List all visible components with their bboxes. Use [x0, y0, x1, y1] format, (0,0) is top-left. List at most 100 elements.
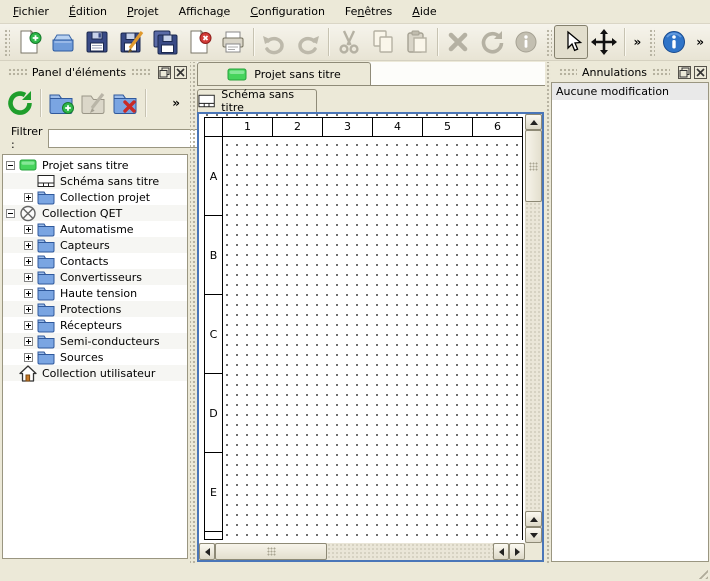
toolbar-drag-handle[interactable]: [3, 28, 10, 56]
toolbar-overflow-button[interactable]: »: [691, 35, 709, 49]
scroll-up-button[interactable]: [525, 114, 542, 130]
dock-float-button[interactable]: [158, 66, 171, 79]
expand-expander-icon[interactable]: [24, 321, 33, 330]
dock-handle-texture[interactable]: [8, 68, 27, 77]
rotate-button[interactable]: [475, 25, 509, 59]
tree-item-collection-projet[interactable]: Collection projet: [3, 189, 187, 205]
tree-item-schema[interactable]: Schéma sans titre: [3, 173, 187, 189]
tab-projet-sans-titre[interactable]: Projet sans titre: [197, 62, 371, 85]
expand-expander-icon[interactable]: [24, 257, 33, 266]
undo-history-list[interactable]: Aucune modification: [551, 82, 709, 562]
scroll-up-button[interactable]: [525, 511, 542, 527]
filter-input[interactable]: [48, 129, 201, 148]
dock-close-button[interactable]: [694, 66, 707, 79]
edit-category-button[interactable]: [77, 87, 109, 119]
dock-close-button[interactable]: [174, 66, 187, 79]
menu-configuration[interactable]: Configuration: [241, 2, 334, 21]
expand-expander-icon[interactable]: [24, 289, 33, 298]
expand-expander-icon[interactable]: [24, 337, 33, 346]
tree-item-haute-tension[interactable]: Haute tension: [3, 285, 187, 301]
collapse-expander-icon[interactable]: [6, 161, 15, 170]
redo-button[interactable]: [291, 25, 325, 59]
expand-expander-icon[interactable]: [24, 305, 33, 314]
schema-canvas[interactable]: 1 2 3 4 5 6 A B C D E: [199, 114, 525, 543]
info-gray-icon: [513, 29, 539, 55]
new-project-button[interactable]: [12, 25, 46, 59]
edit-info-button[interactable]: [509, 25, 543, 59]
dock-handle-texture[interactable]: [559, 68, 577, 77]
status-bar: [0, 565, 710, 581]
tree-item-contacts[interactable]: Contacts: [3, 253, 187, 269]
tree-item-automatisme[interactable]: Automatisme: [3, 221, 187, 237]
menu-edition[interactable]: Édition: [60, 2, 116, 21]
vertical-scrollbar[interactable]: [525, 114, 542, 543]
close-project-button[interactable]: [182, 25, 216, 59]
panel-overflow-button[interactable]: »: [172, 96, 186, 110]
tab-schema-sans-titre[interactable]: Schéma sans titre: [197, 89, 317, 112]
toolbar-drag-handle[interactable]: [648, 28, 655, 56]
tree-item-convertisseurs[interactable]: Convertisseurs: [3, 269, 187, 285]
resize-grip[interactable]: [695, 566, 708, 579]
restore-icon: [159, 67, 170, 78]
scroll-left-button[interactable]: [493, 543, 509, 560]
dock-float-button[interactable]: [678, 66, 691, 79]
delete-category-button[interactable]: [109, 87, 141, 119]
delete-button[interactable]: [441, 25, 475, 59]
undo-button[interactable]: [257, 25, 291, 59]
menu-aide[interactable]: Aide: [403, 2, 445, 21]
save-button[interactable]: [80, 25, 114, 59]
save-as-button[interactable]: [114, 25, 148, 59]
tree-item-collection-qet[interactable]: Collection QET: [3, 205, 187, 221]
menu-affichage[interactable]: Affichage: [170, 2, 240, 21]
arrow-left-icon: [499, 548, 504, 556]
menu-projet[interactable]: Projet: [118, 2, 168, 21]
move-mode-button[interactable]: [588, 25, 622, 59]
project-icon: [19, 157, 37, 173]
open-project-button[interactable]: [46, 25, 80, 59]
refresh-collections-button[interactable]: [4, 87, 36, 119]
toolbar-overflow-button[interactable]: »: [628, 35, 646, 49]
expand-expander-icon[interactable]: [24, 273, 33, 282]
save-all-button[interactable]: [148, 25, 182, 59]
paste-button[interactable]: [400, 25, 434, 59]
column-header: 4: [373, 117, 423, 137]
scroll-left-button[interactable]: [199, 543, 215, 560]
dock-handle-texture[interactable]: [652, 68, 670, 77]
copy-button[interactable]: [366, 25, 400, 59]
undo-list-item[interactable]: Aucune modification: [552, 83, 708, 100]
scroll-down-button[interactable]: [525, 527, 542, 543]
folder-icon: [37, 269, 55, 285]
expand-expander-icon[interactable]: [24, 225, 33, 234]
tree-item-capteurs[interactable]: Capteurs: [3, 237, 187, 253]
tree-item-project[interactable]: Projet sans titre: [3, 157, 187, 173]
tree-item-sources[interactable]: Sources: [3, 349, 187, 365]
new-category-button[interactable]: [45, 87, 77, 119]
toolbar-separator: [253, 28, 254, 56]
tree-item-recepteurs[interactable]: Récepteurs: [3, 317, 187, 333]
toolbar-drag-handle[interactable]: [545, 28, 552, 56]
expand-expander-icon[interactable]: [24, 193, 33, 202]
select-mode-button[interactable]: [554, 25, 588, 59]
elements-panel-toolbar: »: [0, 82, 190, 124]
paste-icon: [404, 29, 430, 55]
print-button[interactable]: [216, 25, 250, 59]
expand-expander-icon[interactable]: [24, 353, 33, 362]
collapse-expander-icon[interactable]: [6, 209, 15, 218]
tree-item-collection-utilisateur[interactable]: Collection utilisateur: [3, 365, 187, 381]
dock-handle-texture[interactable]: [131, 68, 150, 77]
scroll-right-button[interactable]: [509, 543, 525, 560]
menu-fenetres[interactable]: Fenêtres: [336, 2, 401, 21]
expand-expander-icon[interactable]: [24, 241, 33, 250]
left-splitter[interactable]: [190, 62, 197, 565]
vertical-scrollbar-thumb[interactable]: [525, 130, 542, 202]
horizontal-scrollbar-thumb[interactable]: [215, 543, 327, 560]
row-header: B: [205, 216, 223, 295]
horizontal-scrollbar[interactable]: [199, 543, 525, 560]
schema-tab-bar: Schéma sans titre: [197, 86, 545, 112]
about-qet-button[interactable]: [657, 25, 691, 59]
tree-item-protections[interactable]: Protections: [3, 301, 187, 317]
cut-button[interactable]: [332, 25, 366, 59]
row-header: C: [205, 295, 223, 374]
menu-fichier[interactable]: Fichier: [4, 2, 58, 21]
tree-item-semi-conducteurs[interactable]: Semi-conducteurs: [3, 333, 187, 349]
